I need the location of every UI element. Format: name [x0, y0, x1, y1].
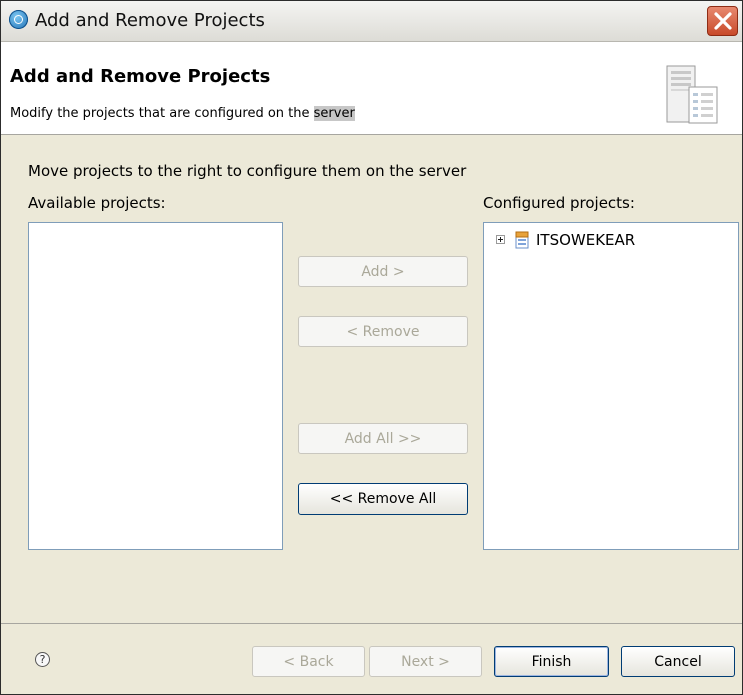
close-button[interactable]: [707, 6, 738, 36]
add-all-button[interactable]: Add All >>: [298, 423, 468, 454]
available-projects-label: Available projects:: [28, 194, 166, 212]
add-button[interactable]: Add >: [298, 256, 468, 287]
cancel-button[interactable]: Cancel: [621, 646, 735, 677]
help-icon[interactable]: ?: [35, 652, 50, 667]
expand-plus-icon[interactable]: [496, 235, 505, 244]
finish-button[interactable]: Finish: [494, 646, 609, 677]
server-icon: [666, 65, 718, 124]
footer-separator: [1, 623, 742, 624]
instruction-text: Move projects to the right to configure …: [28, 162, 467, 180]
configured-projects-label: Configured projects:: [483, 194, 635, 212]
header-title: Add and Remove Projects: [10, 66, 271, 87]
back-button[interactable]: < Back: [252, 646, 365, 677]
tree-item-label: ITSOWEKEAR: [536, 231, 636, 249]
title-bar[interactable]: Add and Remove Projects: [1, 1, 742, 42]
eclipse-app-icon: [9, 10, 28, 29]
remove-all-button[interactable]: << Remove All: [298, 483, 468, 515]
tree-item-itsowekear[interactable]: ITSOWEKEAR: [496, 231, 716, 251]
description-text: Modify the projects that are configured …: [10, 106, 314, 121]
window-title: Add and Remove Projects: [35, 10, 265, 31]
dialog-header: Add and Remove Projects Modify the proje…: [1, 42, 742, 135]
dialog-window: Add and Remove Projects Add and Remove P…: [0, 0, 743, 695]
description-highlight: server: [313, 106, 355, 121]
header-description: Modify the projects that are configured …: [10, 106, 355, 121]
remove-button[interactable]: < Remove: [298, 316, 468, 347]
ear-project-icon: [515, 231, 529, 249]
configured-projects-list[interactable]: ITSOWEKEAR: [483, 222, 739, 550]
available-projects-list[interactable]: [28, 222, 283, 550]
close-icon: [714, 12, 732, 30]
next-button[interactable]: Next >: [369, 646, 482, 677]
